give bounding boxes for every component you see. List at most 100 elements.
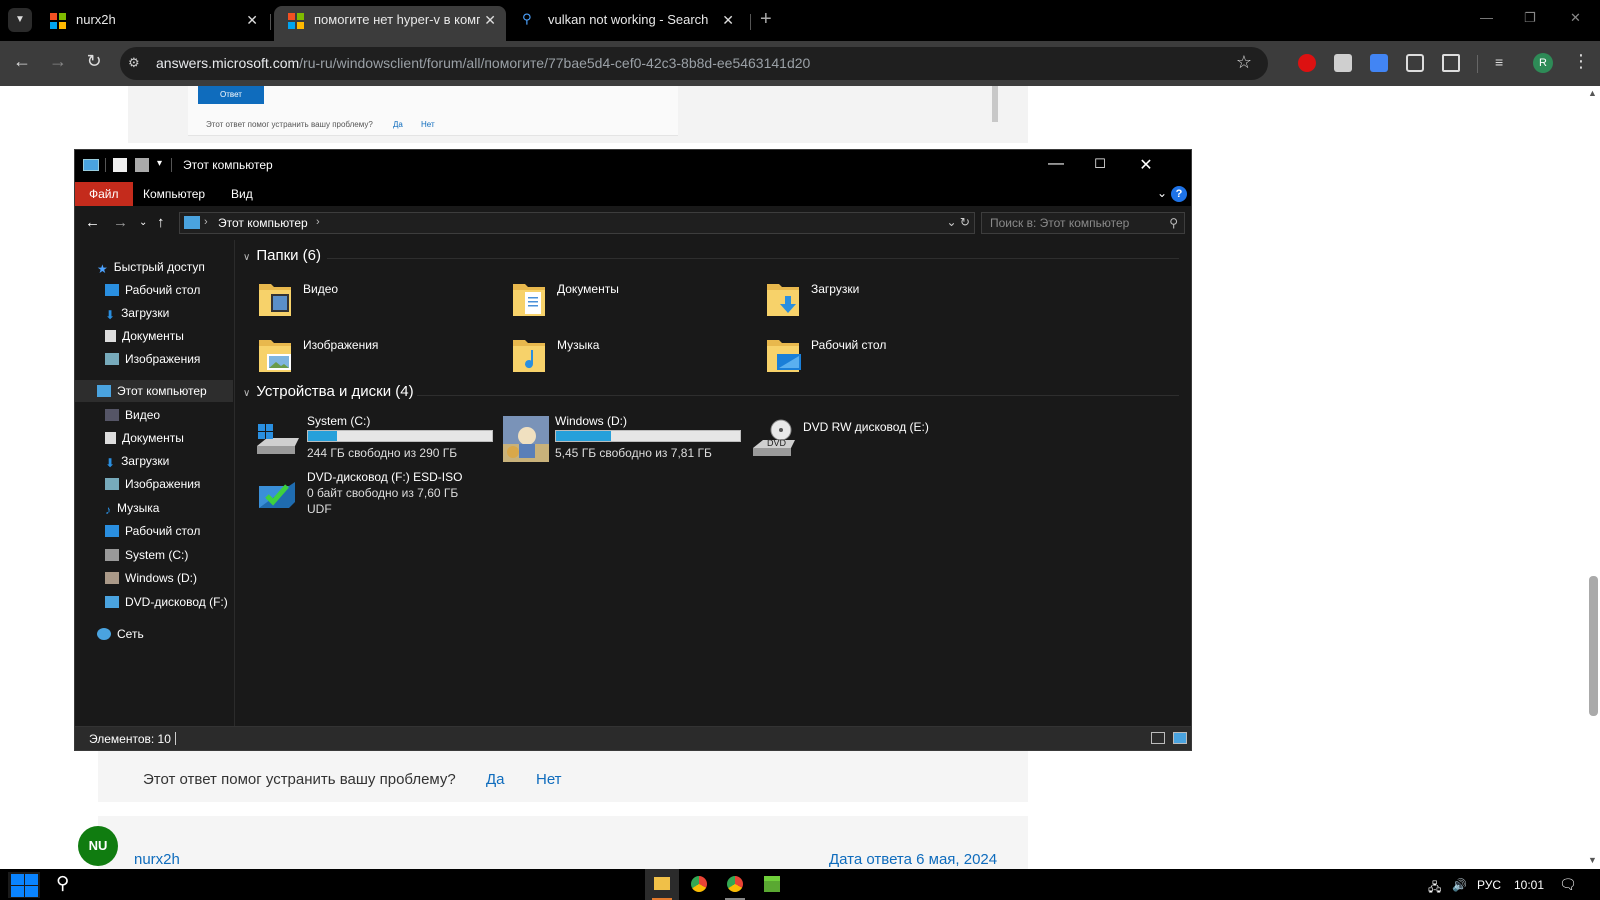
- new-folder-icon[interactable]: [135, 158, 149, 172]
- reply-button[interactable]: Ответ: [198, 86, 264, 104]
- media-control-icon[interactable]: ≡: [1495, 54, 1513, 72]
- tab-nurx2h[interactable]: nurx2h ✕: [36, 6, 268, 41]
- sidebar-item-quick-access[interactable]: ★ Быстрый доступ: [97, 256, 205, 278]
- search-input[interactable]: Поиск в: Этот компьютер ⚲: [981, 212, 1185, 234]
- close-window-icon[interactable]: ✕: [1131, 155, 1161, 175]
- bookmark-star-icon[interactable]: ☆: [1236, 52, 1252, 73]
- folder-video[interactable]: Видео: [257, 274, 497, 324]
- tab-search-button[interactable]: ▼: [8, 8, 32, 32]
- helpful-yes-link[interactable]: Да: [393, 120, 403, 129]
- drive-dvd-f[interactable]: DVD-дисковод (F:) ESD-ISO 0 байт свободн…: [255, 468, 505, 528]
- recent-locations-icon[interactable]: ⌄: [139, 217, 147, 228]
- chevron-down-icon[interactable]: ∨: [243, 388, 250, 399]
- large-icons-view-icon[interactable]: [1173, 732, 1187, 744]
- tab-file[interactable]: Файл: [75, 182, 133, 206]
- restore-icon[interactable]: ❐: [1524, 10, 1536, 26]
- translate-extension-icon[interactable]: [1370, 54, 1388, 72]
- start-button[interactable]: [8, 872, 40, 898]
- scroll-up-icon[interactable]: ▲: [1588, 88, 1597, 98]
- sidebar-item-music[interactable]: ♪ Музыка: [105, 497, 159, 519]
- folders-group-header[interactable]: ∨ Папки (6): [243, 247, 321, 264]
- sidebar-item-desktop[interactable]: Рабочий стол📌: [105, 279, 255, 301]
- network-tray-icon[interactable]: 🖧: [1428, 878, 1441, 899]
- site-info-icon[interactable]: ⚙: [128, 55, 140, 71]
- helpful-no-link[interactable]: Нет: [536, 771, 562, 788]
- sidebar-item-network[interactable]: Сеть: [97, 623, 144, 645]
- sidebar-item-video[interactable]: Видео: [105, 404, 160, 426]
- chevron-right-icon[interactable]: ›: [204, 216, 208, 228]
- back-icon[interactable]: ←: [10, 51, 34, 72]
- taskbar-chrome[interactable]: [718, 869, 752, 900]
- extension-icon[interactable]: [1334, 54, 1352, 72]
- tab-vulkan-search[interactable]: ⚲ vulkan not working - Search ✕: [508, 6, 744, 41]
- forward-icon[interactable]: →: [113, 214, 128, 231]
- drive-dvd-rw-e[interactable]: DVD DVD RW дисковод (E:): [751, 412, 1001, 468]
- folder-music[interactable]: Музыка: [511, 330, 751, 380]
- sidebar-item-this-pc[interactable]: Этот компьютер: [75, 380, 233, 402]
- back-icon[interactable]: ←: [85, 214, 100, 231]
- extensions-puzzle-icon[interactable]: [1442, 54, 1460, 72]
- folder-pictures[interactable]: Изображения: [257, 330, 497, 380]
- up-icon[interactable]: ↑: [157, 214, 165, 231]
- chevron-right-icon[interactable]: ›: [316, 216, 320, 228]
- scroll-down-icon[interactable]: ▼: [1588, 855, 1597, 865]
- close-tab-icon[interactable]: ✕: [722, 6, 734, 34]
- clock[interactable]: 10:01: [1514, 878, 1544, 892]
- address-dropdown-and-refresh[interactable]: ⌄ ↻: [947, 215, 970, 229]
- sidebar-item-documents[interactable]: Документы📌: [105, 325, 255, 347]
- content-scrollbar[interactable]: [992, 86, 998, 122]
- volume-icon[interactable]: 🔊: [1452, 878, 1467, 892]
- extension-icon[interactable]: [1406, 54, 1424, 72]
- folder-documents[interactable]: Документы: [511, 274, 751, 324]
- sidebar-item-pictures[interactable]: Изображения: [105, 473, 200, 495]
- drive-system-c[interactable]: System (C:) 244 ГБ свободно из 290 ГБ: [255, 412, 505, 468]
- close-window-icon[interactable]: ✕: [1570, 10, 1581, 26]
- chevron-down-icon[interactable]: ∨: [243, 252, 250, 263]
- maximize-icon[interactable]: ☐: [1085, 156, 1115, 172]
- helpful-yes-link[interactable]: Да: [486, 771, 505, 788]
- new-tab-icon[interactable]: +: [760, 8, 772, 31]
- expand-ribbon-icon[interactable]: ⌄: [1157, 186, 1167, 200]
- sidebar-item-system-c[interactable]: System (C:): [105, 544, 188, 566]
- taskbar-chrome[interactable]: [682, 869, 716, 900]
- properties-icon[interactable]: [113, 158, 127, 172]
- folder-downloads[interactable]: Загрузки: [765, 274, 1005, 324]
- close-tab-icon[interactable]: ✕: [480, 6, 496, 34]
- profile-avatar[interactable]: R: [1533, 53, 1553, 73]
- sidebar-item-windows-d[interactable]: Windows (D:): [105, 567, 197, 589]
- taskbar-minecraft[interactable]: [755, 869, 789, 900]
- avatar[interactable]: NU: [78, 826, 118, 866]
- browser-scrollbar[interactable]: ▲ ▼: [1586, 86, 1600, 869]
- customize-toolbar-icon[interactable]: ▾: [157, 158, 171, 172]
- address-text[interactable]: Этот компьютер: [218, 216, 308, 230]
- forward-icon[interactable]: →: [46, 51, 70, 72]
- sidebar-item-documents[interactable]: Документы: [105, 427, 184, 449]
- author-link[interactable]: nurx2h: [134, 851, 180, 868]
- close-tab-icon[interactable]: ✕: [246, 6, 258, 34]
- input-language[interactable]: РУС: [1477, 878, 1501, 892]
- tab-computer[interactable]: Компьютер: [129, 182, 219, 206]
- address-bar[interactable]: › Этот компьютер › ⌄ ↻: [179, 212, 975, 234]
- search-icon[interactable]: ⚲: [1169, 216, 1178, 230]
- search-icon[interactable]: ⚲: [56, 873, 69, 894]
- address-bar[interactable]: ⚙ answers.microsoft.com/ru-ru/windowscli…: [120, 47, 1268, 80]
- sidebar-item-downloads[interactable]: ⬇Загрузки📌: [105, 302, 255, 324]
- tab-hyper-v[interactable]: помогите нет hyper-v в компо ✕: [274, 6, 506, 41]
- reload-icon[interactable]: ↻: [82, 51, 106, 72]
- extension-adblock-icon[interactable]: [1298, 54, 1316, 72]
- sidebar-item-desktop[interactable]: Рабочий стол: [105, 520, 200, 542]
- sidebar-item-downloads[interactable]: ⬇ Загрузки: [105, 450, 169, 472]
- tab-view[interactable]: Вид: [217, 182, 267, 206]
- details-view-icon[interactable]: [1151, 732, 1165, 744]
- sidebar-item-dvd-f[interactable]: DVD-дисковод (F:): [105, 591, 228, 613]
- drive-windows-d[interactable]: Windows (D:) 5,45 ГБ свободно из 7,81 ГБ: [503, 412, 753, 468]
- menu-icon[interactable]: ⋮: [1572, 51, 1590, 72]
- help-icon[interactable]: ?: [1171, 186, 1187, 202]
- notifications-icon[interactable]: 🗨: [1559, 876, 1577, 893]
- minimize-icon[interactable]: —: [1041, 155, 1071, 173]
- minimize-icon[interactable]: —: [1480, 10, 1493, 25]
- sidebar-item-pictures[interactable]: Изображения📌: [105, 348, 255, 370]
- folder-desktop[interactable]: Рабочий стол: [765, 330, 1005, 380]
- drives-group-header[interactable]: ∨ Устройства и диски (4): [243, 383, 414, 400]
- taskbar-file-explorer[interactable]: [645, 869, 679, 900]
